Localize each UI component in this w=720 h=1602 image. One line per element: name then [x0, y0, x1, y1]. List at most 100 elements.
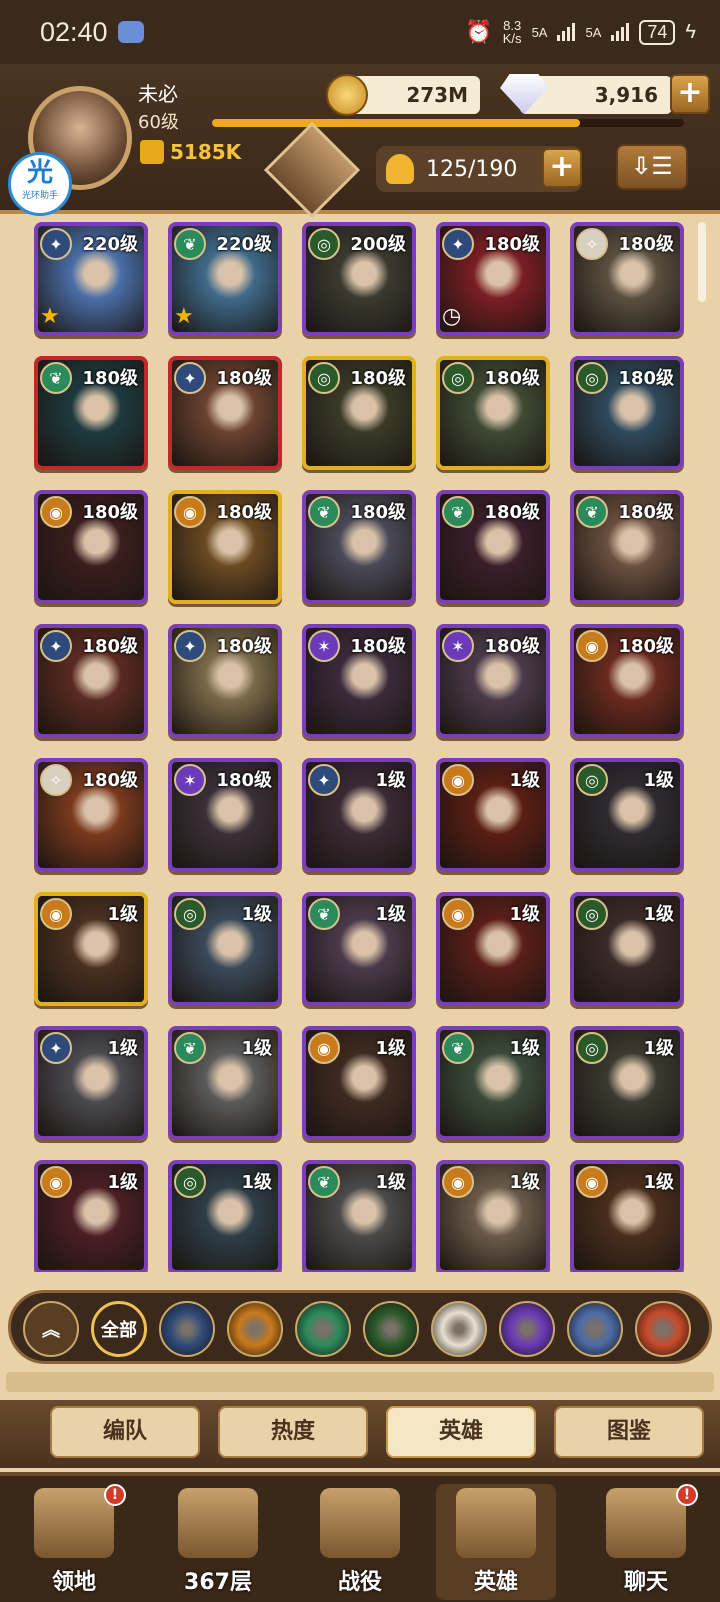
hero-card[interactable]: ◉ 1级: [34, 892, 148, 1006]
hero-card[interactable]: ❦ 220级 ★: [168, 222, 282, 336]
mauler-filter-icon[interactable]: [227, 1301, 283, 1357]
hero-card[interactable]: ✦ 180级 ◷: [436, 222, 550, 336]
hero-level: 200级: [350, 234, 406, 255]
chat-alert-badge: !: [676, 1484, 698, 1506]
hero-level: 180级: [618, 502, 674, 523]
mauler-faction-icon: ◉: [308, 1032, 340, 1064]
grid-scrollbar[interactable]: [698, 222, 706, 302]
hero-card[interactable]: ✦ 180级: [168, 624, 282, 738]
hero-card[interactable]: ◉ 180级: [34, 490, 148, 604]
signal-strength-icon: [557, 23, 576, 41]
expand-roster-button[interactable]: +: [542, 148, 582, 188]
hero-level: 1级: [643, 770, 674, 791]
hero-card[interactable]: ❦ 1级: [168, 1026, 282, 1140]
hero-card[interactable]: ◉ 180级: [570, 624, 684, 738]
hero-level: 180级: [484, 502, 540, 523]
territory-alert-badge: !: [104, 1484, 126, 1506]
hero-card[interactable]: ◉ 1级: [302, 1026, 416, 1140]
hero-card[interactable]: ◎ 180级: [302, 356, 416, 470]
hero-card[interactable]: ◎ 180级: [436, 356, 550, 470]
add-diamonds-button[interactable]: +: [670, 74, 710, 114]
graveborn-faction-icon: ◎: [442, 362, 474, 394]
hero-card[interactable]: ◎ 1级: [570, 1026, 684, 1140]
mauler-faction-icon: ◉: [174, 496, 206, 528]
hero-card[interactable]: ✶ 180级: [436, 624, 550, 738]
nav-tower[interactable]: 367层: [158, 1484, 278, 1600]
hero-card[interactable]: ◎ 1级: [570, 892, 684, 1006]
wilder-filter-icon[interactable]: [295, 1301, 351, 1357]
hero-card[interactable]: ◉ 1级: [436, 1160, 550, 1272]
hero-card[interactable]: ✧ 180级: [570, 222, 684, 336]
wilder-faction-icon: ❦: [576, 496, 608, 528]
hero-card[interactable]: ❦ 1级: [302, 892, 416, 1006]
hero-level: 180级: [82, 502, 138, 523]
sort-button[interactable]: ⇩☰: [616, 144, 688, 190]
wilder-faction-icon: ❦: [442, 1032, 474, 1064]
lightbearer-faction-icon: ✦: [40, 1032, 72, 1064]
nav-campaign[interactable]: 战役: [300, 1484, 420, 1600]
team-power: 5185K: [140, 140, 241, 164]
hero-card[interactable]: ◉ 1级: [436, 892, 550, 1006]
hero-card[interactable]: ✦ 180级: [168, 356, 282, 470]
hero-card[interactable]: ❦ 180级: [34, 356, 148, 470]
lightbearer-faction-icon: ✦: [308, 764, 340, 796]
hero-card[interactable]: ✦ 180级: [34, 624, 148, 738]
hero-card[interactable]: ✶ 180级: [168, 758, 282, 872]
nav-territory[interactable]: 领地 !: [14, 1484, 134, 1600]
hero-card[interactable]: ✧ 180级: [34, 758, 148, 872]
hero-card[interactable]: ◎ 1级: [168, 892, 282, 1006]
graveborn-faction-icon: ◎: [308, 362, 340, 394]
hero-card[interactable]: ❦ 1级: [302, 1160, 416, 1272]
hero-card[interactable]: ❦ 180级: [436, 490, 550, 604]
hero-card[interactable]: ◎ 1级: [168, 1160, 282, 1272]
nav-campaign-label: 战役: [337, 1570, 382, 1595]
hypogean-filter-icon[interactable]: [499, 1301, 555, 1357]
hero-card[interactable]: ◉ 1级: [34, 1160, 148, 1272]
hero-card[interactable]: ✦ 1级: [302, 758, 416, 872]
tab-heroes[interactable]: 英雄: [386, 1406, 536, 1458]
collapse-icon[interactable]: ︽: [23, 1301, 79, 1357]
app-badge-char: 光: [26, 158, 53, 188]
hero-card[interactable]: ✶ 180级: [302, 624, 416, 738]
crossed-swords-icon: [178, 1488, 258, 1558]
chat-bubble-icon: [606, 1488, 686, 1558]
hero-level: 220级: [82, 234, 138, 255]
faction-filter-bar: ︽ 全部: [8, 1290, 712, 1364]
hero-card[interactable]: ◎ 200级: [302, 222, 416, 336]
tab-popularity[interactable]: 热度: [218, 1406, 368, 1458]
fire-filter-icon[interactable]: [635, 1301, 691, 1357]
hero-card[interactable]: ◉ 1级: [570, 1160, 684, 1272]
hero-level: 1级: [241, 904, 272, 925]
hero-level: 1级: [643, 904, 674, 925]
nav-chat[interactable]: 聊天 !: [586, 1484, 706, 1600]
hero-card[interactable]: ◉ 180级: [168, 490, 282, 604]
hero-card[interactable]: ❦ 1级: [436, 1026, 550, 1140]
hero-card[interactable]: ❦ 180级: [302, 490, 416, 604]
hero-level: 180级: [484, 636, 540, 657]
hero-card[interactable]: ◉ 1级: [436, 758, 550, 872]
hero-card[interactable]: ✦ 220级 ★: [34, 222, 148, 336]
signal1-label: 5A: [531, 24, 548, 40]
graveborn-filter-icon[interactable]: [363, 1301, 419, 1357]
hero-card[interactable]: ❦ 180级: [570, 490, 684, 604]
hero-card[interactable]: ◎ 1级: [570, 758, 684, 872]
graveborn-faction-icon: ◎: [576, 362, 608, 394]
celestial-filter-icon[interactable]: [431, 1301, 487, 1357]
hero-level: 180级: [82, 636, 138, 657]
alarm-icon: ⏰: [465, 19, 493, 44]
nav-heroes[interactable]: 英雄: [436, 1484, 556, 1600]
guild-emblem-icon[interactable]: [263, 121, 361, 219]
hero-card[interactable]: ✦ 1级: [34, 1026, 148, 1140]
hypogean-faction-icon: ✶: [174, 764, 206, 796]
lightbearer-filter-icon[interactable]: [159, 1301, 215, 1357]
mauler-faction-icon: ◉: [442, 764, 474, 796]
dimensional-filter-icon[interactable]: [567, 1301, 623, 1357]
tab-codex[interactable]: 图鉴: [554, 1406, 704, 1458]
filter-all[interactable]: 全部: [91, 1301, 147, 1357]
app-helper-badge[interactable]: 光 光环助手: [8, 152, 72, 216]
hero-card[interactable]: ◎ 180级: [570, 356, 684, 470]
helmet-icon: [456, 1488, 536, 1558]
nav-territory-label: 领地: [51, 1570, 96, 1595]
tab-formation[interactable]: 编队: [50, 1406, 200, 1458]
charging-icon: ϟ: [685, 20, 696, 43]
